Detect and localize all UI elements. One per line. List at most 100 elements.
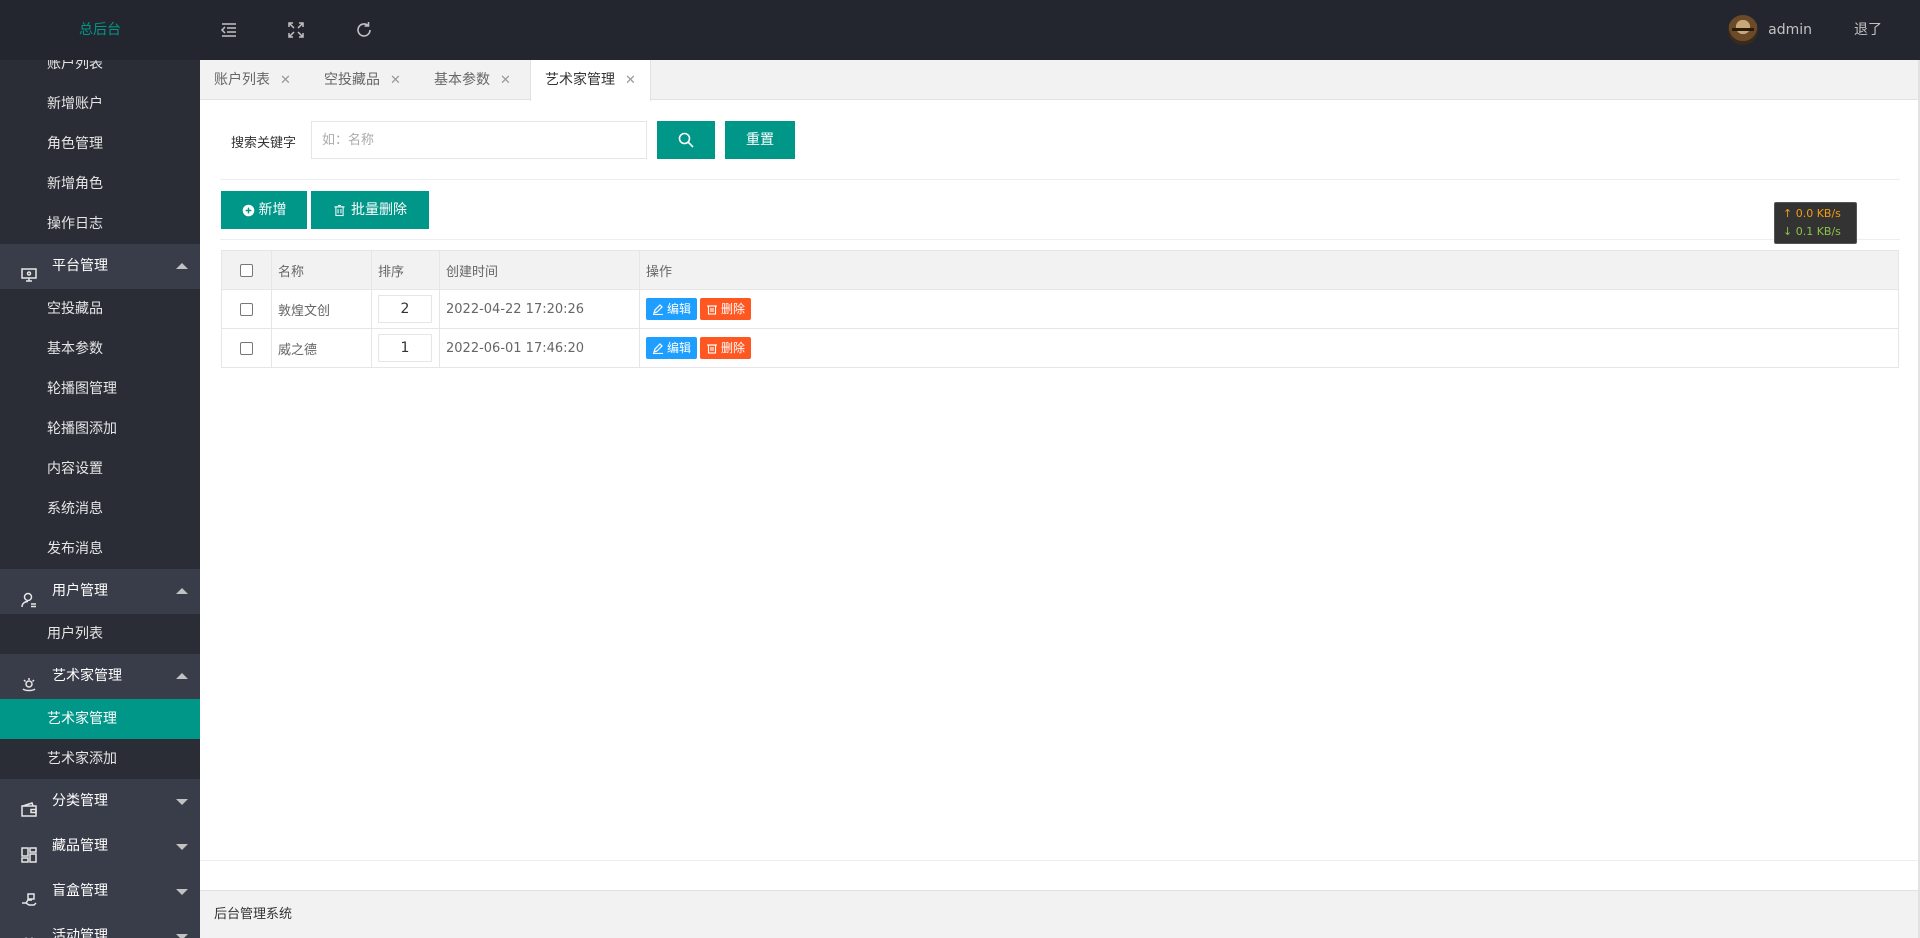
cell-name: 敦煌文创 — [271, 289, 372, 329]
footer: 后台管理系统 — [200, 890, 1918, 938]
edit-button[interactable]: 编辑 — [646, 298, 698, 320]
sidebar-group-users[interactable]: 用户管理 — [0, 569, 200, 614]
tab-label: 空投藏品 — [324, 72, 380, 88]
main-content: 账户列表 ✕ 空投藏品 ✕ 基本参数 ✕ 艺术家管理 ✕ 搜索关键字 重置 新增 批量删… — [200, 60, 1920, 938]
table-header-row: 名称 排序 创建时间 操作 — [221, 250, 1899, 290]
chevron-down-icon — [176, 844, 188, 850]
edit-label: 编辑 — [667, 341, 692, 355]
chevron-down-icon — [176, 889, 188, 895]
divider — [220, 239, 1900, 240]
cell-sort: 1 — [371, 328, 440, 368]
tab-airdrop[interactable]: 空投藏品 ✕ — [310, 60, 415, 100]
sidebar-group-collections[interactable]: 藏品管理 — [0, 824, 200, 869]
sidebar-group-label: 藏品管理 — [52, 838, 108, 854]
chevron-up-icon — [176, 588, 188, 594]
wallet-icon — [20, 793, 38, 817]
sidebar-item-add-account[interactable]: 新增账户 — [0, 84, 200, 124]
add-button[interactable]: 新增 — [221, 191, 307, 229]
sidebar-item-operation-log[interactable]: 操作日志 — [0, 204, 200, 244]
add-label: 新增 — [258, 202, 287, 218]
cell-name: 威之德 — [271, 328, 372, 368]
sidebar-group-blindbox[interactable]: 盲盒管理 — [0, 869, 200, 914]
sidebar-group-label: 用户管理 — [52, 583, 108, 599]
chevron-up-icon — [176, 673, 188, 679]
chevron-up-icon — [176, 263, 188, 269]
close-icon[interactable]: ✕ — [500, 73, 511, 88]
upload-speed: ↑ 0.0 KB/s — [1783, 207, 1841, 220]
trash-icon — [334, 204, 345, 216]
column-header-actions: 操作 — [639, 250, 1899, 290]
delete-button[interactable]: 删除 — [700, 298, 752, 320]
logo[interactable]: 总后台 — [0, 0, 200, 60]
tab-label: 基本参数 — [434, 72, 490, 88]
sidebar-item-role-management[interactable]: 角色管理 — [0, 124, 200, 164]
user-icon — [20, 583, 38, 608]
batch-delete-label: 批量删除 — [351, 202, 407, 218]
search-input[interactable] — [311, 121, 647, 159]
sidebar-item-user-list[interactable]: 用户列表 — [0, 614, 200, 654]
footer-text: 后台管理系统 — [214, 907, 293, 922]
tab-basic-params[interactable]: 基本参数 ✕ — [420, 60, 525, 100]
cell-created: 2022-04-22 17:20:26 — [439, 289, 640, 329]
divider — [220, 179, 1900, 180]
sidebar-item-carousel-management[interactable]: 轮播图管理 — [0, 369, 200, 409]
trash-icon — [707, 344, 718, 354]
sidebar-item-publish-message[interactable]: 发布消息 — [0, 529, 200, 569]
hand-icon — [20, 883, 38, 906]
chevron-down-icon — [176, 934, 188, 938]
row-checkbox[interactable] — [240, 302, 253, 316]
sidebar-item-airdrop[interactable]: 空投藏品 — [0, 289, 200, 329]
grid-icon — [20, 838, 38, 863]
close-icon[interactable]: ✕ — [390, 73, 401, 88]
delete-label: 删除 — [721, 341, 746, 355]
sidebar-item-content-settings[interactable]: 内容设置 — [0, 449, 200, 489]
sidebar-group-label: 平台管理 — [52, 258, 108, 274]
sidebar-group-label: 艺术家管理 — [52, 668, 122, 684]
row-checkbox[interactable] — [240, 341, 253, 355]
sidebar-item-artist-management[interactable]: 艺术家管理 — [0, 699, 200, 739]
refresh-icon[interactable] — [352, 18, 376, 42]
plus-circle-icon — [242, 204, 254, 216]
delete-button[interactable]: 删除 — [700, 337, 752, 359]
sidebar-group-activities[interactable]: 活动管理 — [0, 914, 200, 938]
column-header-sort: 排序 — [371, 250, 440, 290]
select-all-checkbox[interactable] — [240, 263, 253, 277]
edit-button[interactable]: 编辑 — [646, 337, 698, 359]
select-all-cell — [221, 250, 272, 290]
username: admin — [1768, 22, 1812, 38]
row-select-cell — [221, 328, 272, 368]
user-menu[interactable]: admin — [1728, 15, 1812, 45]
sidebar-item-system-messages[interactable]: 系统消息 — [0, 489, 200, 529]
table-row: 敦煌文创 2 2022-04-22 17:20:26 编辑 删除 — [221, 289, 1899, 329]
sidebar-item-add-role[interactable]: 新增角色 — [0, 164, 200, 204]
tab-artist-management[interactable]: 艺术家管理 ✕ — [530, 60, 651, 101]
pencil-icon — [653, 304, 663, 316]
artist-table: 名称 排序 创建时间 操作 敦煌文创 2 2022-04-22 17:20:26… — [221, 250, 1899, 368]
close-icon[interactable]: ✕ — [280, 73, 291, 88]
sidebar-item-artist-add[interactable]: 艺术家添加 — [0, 739, 200, 779]
batch-delete-button[interactable]: 批量删除 — [311, 191, 429, 229]
reset-button[interactable]: 重置 — [725, 121, 795, 159]
tab-label: 账户列表 — [214, 72, 270, 88]
sidebar-group-platform[interactable]: 平台管理 — [0, 244, 200, 289]
avatar — [1728, 15, 1759, 45]
sidebar-group-categories[interactable]: 分类管理 — [0, 779, 200, 824]
divider — [200, 860, 1918, 861]
logout-link[interactable]: 退了 — [1854, 0, 1882, 60]
sidebar-item-account-list[interactable]: 账户列表 — [0, 60, 200, 84]
sidebar-group-artists[interactable]: 艺术家管理 — [0, 654, 200, 699]
sidebar-item-carousel-add[interactable]: 轮播图添加 — [0, 409, 200, 449]
sort-input[interactable]: 2 — [378, 295, 432, 323]
sidebar-group-label: 盲盒管理 — [52, 883, 108, 899]
column-header-created: 创建时间 — [439, 250, 640, 290]
fullscreen-icon[interactable] — [284, 18, 308, 42]
sidebar-item-basic-params[interactable]: 基本参数 — [0, 329, 200, 369]
search-button[interactable] — [657, 121, 715, 159]
search-icon — [678, 132, 694, 148]
artist-icon — [20, 668, 38, 692]
tab-account-list[interactable]: 账户列表 ✕ — [200, 60, 305, 100]
sort-input[interactable]: 1 — [378, 334, 432, 362]
close-icon[interactable]: ✕ — [625, 73, 636, 88]
menu-collapse-icon[interactable] — [217, 18, 241, 42]
table-row: 威之德 1 2022-06-01 17:46:20 编辑 删除 — [221, 328, 1899, 368]
